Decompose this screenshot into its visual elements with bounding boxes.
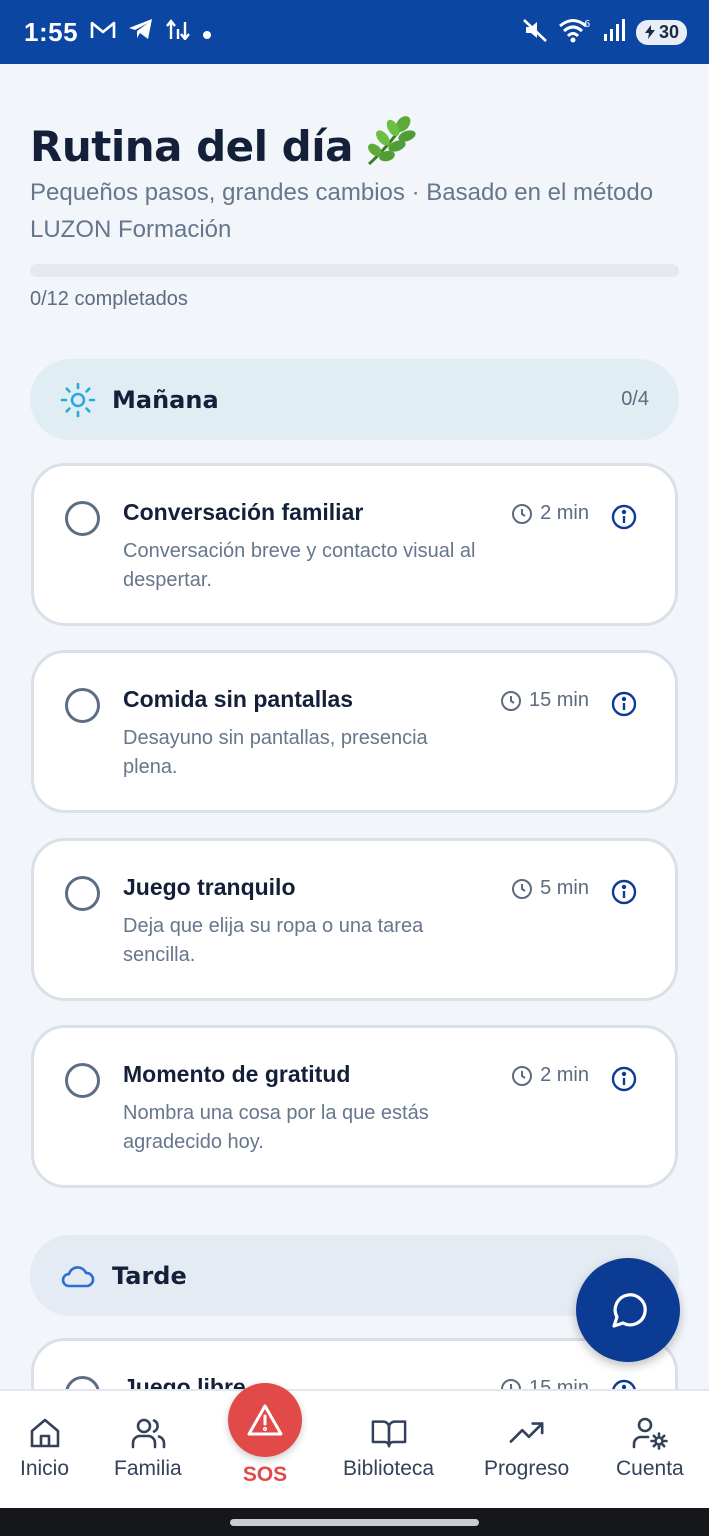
info-icon[interactable] [611, 1066, 637, 1092]
task-duration-text: 5 min [540, 877, 589, 899]
cloud-icon [60, 1258, 96, 1294]
task-card[interactable]: Momento de gratitud Nombra una cosa por … [31, 1025, 678, 1188]
info-icon[interactable] [611, 504, 637, 530]
task-card[interactable]: Juego tranquilo Deja que elija su ropa o… [31, 838, 678, 1001]
dot-icon [202, 18, 212, 46]
task-duration: 2 min [511, 1064, 589, 1087]
gmail-icon [90, 18, 116, 46]
task-duration: 15 min [500, 689, 589, 712]
task-card[interactable]: Juego libre 15 min [31, 1338, 678, 1390]
page-title: Rutina del día [30, 114, 419, 178]
nav-sos-label[interactable]: SOS [0, 1463, 530, 1487]
home-icon [27, 1415, 63, 1451]
nav-biblioteca[interactable]: Biblioteca [343, 1415, 434, 1481]
battery-icon: 30 [635, 19, 687, 45]
nav-label: Cuenta [616, 1457, 684, 1480]
mute-icon [522, 17, 548, 47]
task-card[interactable]: Conversación familiar Conversación breve… [31, 463, 678, 626]
system-gesture-bar [0, 1508, 709, 1536]
task-description: Desayuno sin pantallas, presencia plena. [123, 727, 428, 778]
task-checkbox[interactable] [65, 501, 100, 536]
page-subtitle: Pequeños pasos, grandes cambios · Basado… [30, 179, 654, 243]
clock-icon [512, 1065, 533, 1086]
task-checkbox[interactable] [65, 1376, 100, 1390]
page-title-text: Rutina del día [30, 121, 353, 171]
telegram-icon [128, 18, 154, 46]
task-description: Deja que elija su ropa o una tarea senci… [123, 915, 424, 966]
sos-button[interactable] [228, 1383, 302, 1457]
trending-up-icon [509, 1415, 545, 1451]
info-icon[interactable] [611, 879, 637, 905]
status-time: 1:55 [24, 16, 79, 47]
task-title: Momento de gratitud [123, 1061, 351, 1087]
task-description: Conversación breve y contacto visual al … [123, 540, 476, 591]
task-title: Juego libre [123, 1374, 246, 1390]
nav-label: Biblioteca [343, 1457, 435, 1480]
task-title: Juego tranquilo [123, 874, 296, 900]
wifi-6-icon: 6 [558, 17, 592, 47]
clock-icon [512, 503, 533, 524]
task-duration: 5 min [511, 877, 589, 900]
herb-emoji-icon [363, 114, 419, 178]
task-checkbox[interactable] [65, 688, 100, 723]
section-count-morning: 0/4 [621, 388, 649, 410]
svg-text:6: 6 [584, 19, 590, 30]
progress-text: 0/12 completados [30, 288, 188, 310]
user-settings-icon [632, 1415, 668, 1451]
nav-label: Progreso [484, 1457, 570, 1480]
battery-level: 30 [658, 21, 679, 42]
chat-bubble-icon [612, 1293, 647, 1328]
nav-progreso[interactable]: Progreso [484, 1415, 569, 1481]
task-duration-text: 2 min [540, 502, 589, 524]
sun-icon [60, 382, 96, 418]
task-title: Comida sin pantallas [123, 686, 354, 712]
signal-icon [602, 18, 626, 46]
clock-icon [512, 878, 533, 899]
task-duration: 2 min [511, 502, 589, 525]
book-icon [371, 1415, 407, 1451]
section-title-afternoon: Tarde [112, 1261, 187, 1290]
task-checkbox[interactable] [65, 1063, 100, 1098]
section-title-morning: Mañana [112, 385, 219, 414]
clock-icon [500, 690, 521, 711]
task-duration-text: 2 min [540, 1064, 589, 1086]
bottom-navigation: Inicio Familia SOS Biblioteca Progreso C… [0, 1383, 709, 1508]
task-title: Conversación familiar [123, 499, 364, 525]
chat-fab-button[interactable] [576, 1258, 680, 1362]
status-bar: 1:55 6 30 [0, 0, 709, 64]
data-transfer-icon [166, 18, 190, 46]
routine-screen[interactable]: Rutina del día Pequeños pasos, grandes c… [0, 64, 709, 1390]
task-checkbox[interactable] [65, 876, 100, 911]
task-description: Nombra una cosa por la que estás agradec… [123, 1102, 429, 1153]
task-card[interactable]: Comida sin pantallas Desayuno sin pantal… [31, 650, 678, 813]
users-icon [130, 1415, 166, 1451]
daily-progress-bar [30, 264, 679, 277]
nav-cuenta[interactable]: Cuenta [616, 1415, 684, 1481]
warning-icon [247, 1404, 283, 1436]
gesture-handle[interactable] [230, 1519, 479, 1526]
task-duration-text: 15 min [528, 689, 589, 711]
info-icon[interactable] [611, 691, 637, 717]
section-header-morning[interactable]: Mañana 0/4 [30, 359, 679, 440]
